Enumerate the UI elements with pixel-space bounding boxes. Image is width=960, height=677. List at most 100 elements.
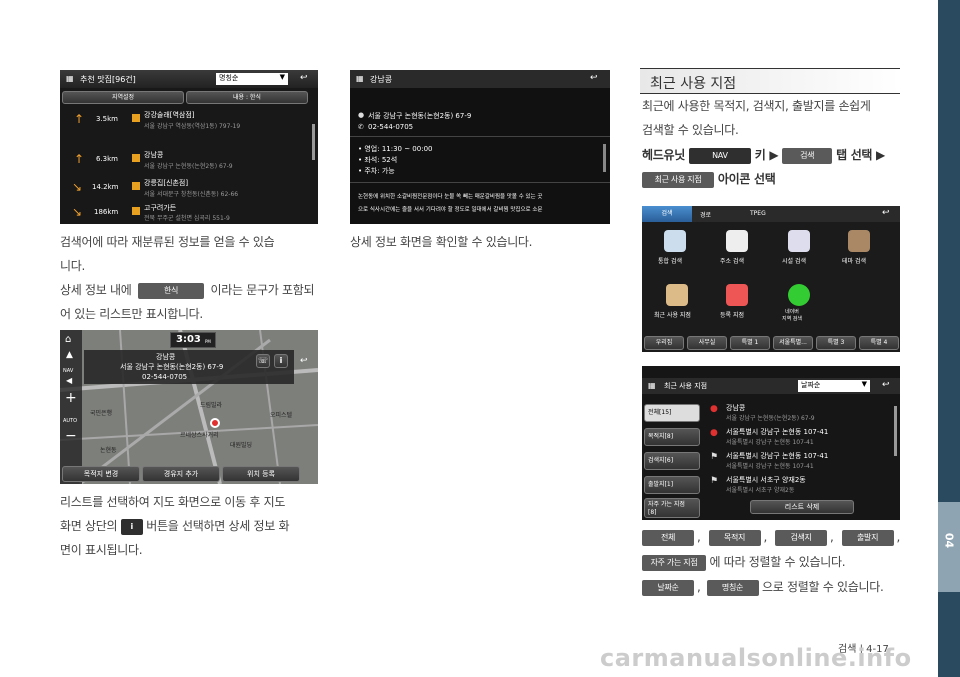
arrow-down-left-icon: ↘	[72, 205, 83, 219]
filter-start[interactable]: 출발지[1]	[644, 476, 700, 494]
menu-label: 통합 검색	[658, 258, 682, 265]
list-row[interactable]: ● 서울특별시 강남구 논현동 107-41 서울특별시 강남구 논현동 107…	[704, 426, 894, 448]
filter-frequent[interactable]: 자주 가는 지점 [8]	[644, 498, 700, 518]
special-4-shortcut[interactable]: 특별 4	[859, 336, 899, 350]
place-name: 강남콩	[144, 151, 164, 159]
paragraph-recent: 최근에 사용한 목적지, 검색지, 출발지를 손쉽게 검색할 수 있습니다.	[642, 94, 904, 142]
list-row[interactable]: ● 강남콩 서울 강남구 논현동(논현2동) 67-9	[704, 402, 894, 424]
entry-name: 서울특별시 강남구 논현동 107-41	[726, 452, 829, 460]
list-row[interactable]: ↘ 14.2km 강릉집[신촌점] 서울 서대문구 창천동(신촌동) 62-66	[60, 174, 310, 202]
map-label: 국민은행	[90, 410, 113, 417]
naver-icon	[788, 284, 810, 306]
home-icon[interactable]: ⌂	[65, 334, 71, 345]
entry-name: 서울특별시 강남구 논현동 107-41	[726, 428, 829, 436]
special-3-shortcut[interactable]: 특별 3	[816, 336, 856, 350]
facility-icon	[788, 230, 810, 252]
volume-icon[interactable]: ◀	[66, 376, 72, 385]
paragraph-sort: 전체, 목적지, 검색지, 출발지, 자주 가는 지점 에 따라 정렬할 수 있습니다…	[642, 525, 904, 600]
register-location-button[interactable]: 위치 등록	[222, 466, 300, 482]
chip-name-sort: 명칭순	[706, 579, 759, 596]
restaurant-icon	[132, 114, 140, 122]
zoom-in-icon[interactable]: +	[65, 390, 77, 406]
entry-address: 서울 강남구 논현동(논현2동) 67-9	[726, 415, 815, 422]
list-row[interactable]: ↑ 3.5km 강강술래[역삼점] 서울 강남구 역삼동(역삼1동) 797-1…	[60, 106, 310, 134]
text-line: 리스트를 선택하여 지도 화면으로 이동 후 지도	[60, 495, 286, 509]
menu-item[interactable]: 통합 검색	[658, 230, 706, 270]
recent-folder-icon	[666, 284, 688, 306]
tab-tpeg[interactable]: TPEG	[750, 210, 766, 217]
text-line: 검색어에 따라 재분류된 정보를 얻을 수 있습	[60, 235, 275, 249]
menu-item[interactable]: 테마 검색	[842, 230, 890, 270]
list-row[interactable]: ↘ 186km 고구려가든 전북 무주군 설천면 심곡리 551-9	[60, 200, 310, 224]
menu-item[interactable]: 최근 사용 지점	[652, 284, 708, 324]
add-waypoint-button[interactable]: 경유지 추가	[142, 466, 220, 482]
zoom-out-icon[interactable]: −	[65, 428, 77, 444]
sort-select[interactable]: 날짜순 ▼	[798, 380, 870, 392]
nav-label: NAV	[63, 368, 74, 374]
sort-select[interactable]: 명칭순 ▼	[216, 73, 288, 85]
special-1-shortcut[interactable]: 특별 1	[730, 336, 770, 350]
text-line: 헤드유닛 NAV 키 ▶ 검색 탭 선택 ▶	[642, 143, 904, 167]
list-row[interactable]: ⚑ 서울특별시 강남구 논현동 107-41 서울특별시 강남구 논현동 107…	[704, 450, 894, 472]
text-span: 상세 정보 내에	[60, 283, 132, 297]
filter-destination[interactable]: 목적지[8]	[644, 428, 700, 446]
tab-route[interactable]: 경로	[700, 210, 711, 219]
back-icon[interactable]: ↩	[300, 356, 308, 366]
chevron-down-icon: ▼	[279, 73, 285, 81]
back-icon[interactable]: ↩	[300, 73, 308, 83]
back-icon[interactable]: ↩	[882, 380, 890, 390]
menu-item[interactable]: 시설 검색	[782, 230, 830, 270]
entry-address: 서울특별시 강남구 논현동 107-41	[726, 439, 814, 446]
menu-label: 등록 지점	[720, 312, 744, 319]
info-button[interactable]: i	[274, 354, 288, 368]
compass-icon[interactable]: ▲	[66, 350, 73, 360]
comma: ,	[830, 530, 834, 544]
list-row[interactable]: ↑ 6.3km 강남콩 서울 강남구 논현동(논현2동) 67-9	[60, 146, 310, 174]
delete-list-button[interactable]: 리스트 삭제	[750, 500, 854, 514]
chip-all: 전체	[642, 529, 694, 546]
distance: 3.5km	[96, 115, 119, 123]
info-seats: • 좌석: 52석	[358, 156, 398, 164]
filter-all[interactable]: 전체[15]	[644, 404, 700, 422]
entry-name: 서울특별시 서초구 양재2동	[726, 476, 806, 484]
back-icon[interactable]: ↩	[882, 208, 890, 218]
phone-icon: ✆	[358, 123, 364, 131]
detail-titlebar: ▦ 강남콩 ↩	[350, 70, 610, 88]
destination-pin-icon	[210, 418, 220, 428]
nav-key-chip: NAV	[688, 147, 751, 164]
region-tab[interactable]: 지역설정	[62, 91, 184, 104]
list-title: 추천 맛집[96건]	[80, 75, 136, 84]
tab-search[interactable]: 검색	[642, 206, 692, 222]
menu-item[interactable]: 등록 지점	[720, 284, 768, 324]
restaurant-list-screenshot: ▦ 추천 맛집[96건] 명칭순 ▼ ↩ 지역설정 내용 : 한식 ↑ 3.5km…	[60, 70, 318, 224]
instruction-steps: 헤드유닛 NAV 키 ▶ 검색 탭 선택 ▶ 최근 사용 지점 아이콘 선택	[642, 143, 904, 191]
office-shortcut[interactable]: 사무실	[687, 336, 727, 350]
text-line: 어 있는 리스트만 표시합니다.	[60, 307, 203, 321]
menu-label: 네이버 지역 검색	[782, 309, 802, 322]
seoul-shortcut[interactable]: 서울특별...	[773, 336, 813, 350]
scrollbar[interactable]	[894, 406, 897, 456]
text-line: 니다.	[60, 259, 85, 273]
filter-search[interactable]: 검색지[6]	[644, 452, 700, 470]
text-span: 헤드유닛	[642, 148, 685, 162]
menu-item[interactable]: 주소 검색	[720, 230, 768, 270]
search-menu-screenshot: 검색 경로 TPEG ↩ 통합 검색 주소 검색 시설 검색 테마 검색 최근 …	[642, 206, 900, 352]
scrollbar[interactable]	[603, 144, 606, 172]
change-destination-button[interactable]: 목적지 변경	[62, 466, 140, 482]
scrollbar[interactable]	[312, 124, 315, 160]
text-line: 면이 표시됩니다.	[60, 543, 143, 557]
saved-pin-icon	[726, 284, 748, 306]
auto-label: AUTO	[63, 418, 78, 424]
place-address: 서울 강남구 논현동(논현2동) 67-9	[120, 363, 224, 371]
content-tab[interactable]: 내용 : 한식	[186, 91, 308, 104]
back-icon[interactable]: ↩	[590, 73, 598, 83]
list-row[interactable]: ⚑ 서울특별시 서초구 양재2동 서울특별시 서초구 양재2동	[704, 474, 894, 496]
text-span: 키 ▶	[754, 148, 779, 162]
place-address: 전북 무주군 설천면 심곡리 551-9	[144, 215, 230, 222]
place-phone: 02-544-0705	[142, 373, 188, 381]
menu-item[interactable]: 네이버 지역 검색	[782, 284, 830, 328]
chevron-down-icon: ▼	[861, 380, 867, 388]
phone-button[interactable]: ☏	[256, 354, 270, 368]
chapter-number: 04	[942, 532, 956, 549]
home-shortcut[interactable]: 우리집	[644, 336, 684, 350]
